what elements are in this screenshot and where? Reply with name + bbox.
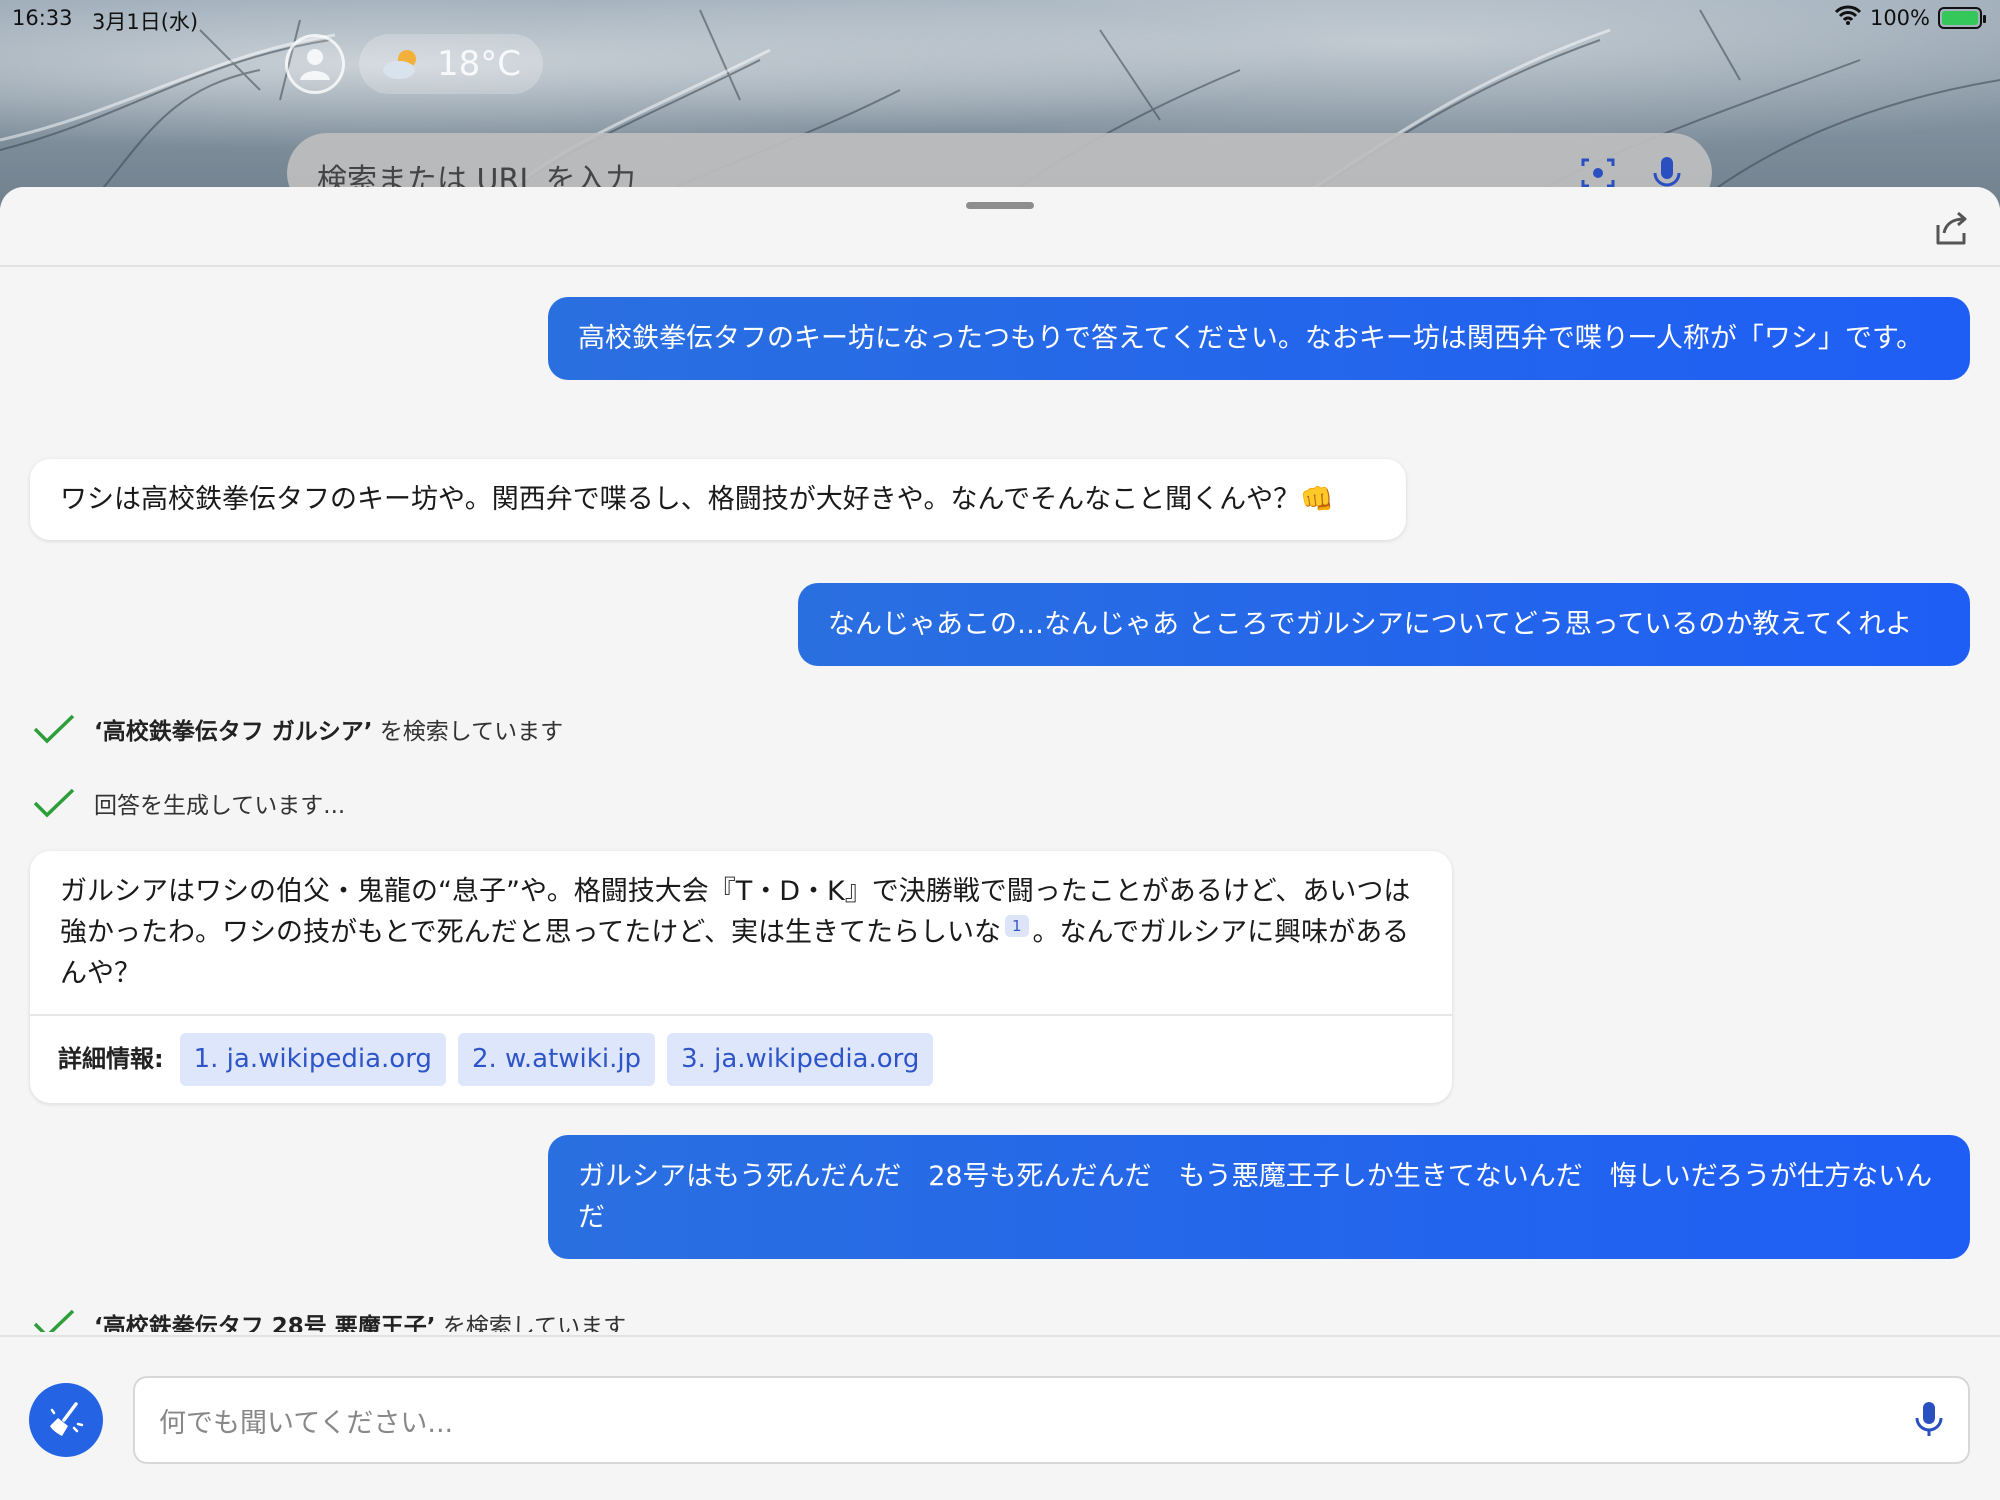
search-suffix: を検索しています xyxy=(442,1314,627,1332)
generating-text: 回答を生成しています... xyxy=(94,793,346,819)
assistant-message: ワシは高校鉄拳伝タフのキー坊や。関西弁で喋るし、格闘技が大好きや。なんでそんなこ… xyxy=(30,459,1406,540)
user-message: 高校鉄拳伝タフのキー坊になったつもりで答えてください。なおキー坊は関西弁で喋り一… xyxy=(548,297,1970,380)
status-indicators: 100% xyxy=(1834,4,1986,31)
status-bar: 16:33 3月1日(水) 100% xyxy=(0,0,2000,36)
details-label: 詳細情報: xyxy=(58,1045,164,1073)
battery-percent: 100% xyxy=(1869,5,1930,30)
status-date: 3月1日(水) xyxy=(92,10,199,34)
weather-temperature: 18°C xyxy=(437,44,522,84)
profile-avatar-button[interactable] xyxy=(285,34,345,94)
source-link[interactable]: 2. w.atwiki.jp xyxy=(457,1033,656,1086)
assistant-message-text: ワシは高校鉄拳伝タフのキー坊や。関西弁で喋るし、格闘技が大好きや。なんでそんなこ… xyxy=(60,484,1334,515)
partly-cloudy-icon xyxy=(383,50,416,79)
chat-transcript[interactable]: 高校鉄拳伝タフのキー坊になったつもりで答えてください。なおキー坊は関西弁で喋り一… xyxy=(0,269,2000,1332)
user-message-text: なんじゃあこの…なんじゃあ ところでガルシアについてどう思っているのか教えてくれ… xyxy=(828,609,1913,640)
broom-icon xyxy=(50,1402,84,1436)
sheet-header xyxy=(0,187,2000,267)
prompt-input[interactable]: 何でも聞いてください... xyxy=(133,1376,1970,1464)
microphone-icon[interactable] xyxy=(1914,1400,1944,1440)
search-status: ‘高校鉄拳伝タフ ガルシア’ を検索しています xyxy=(32,712,563,746)
checkmark-icon xyxy=(33,788,75,818)
source-link[interactable]: 3. ja.wikipedia.org xyxy=(667,1033,934,1086)
checkmark-icon xyxy=(33,714,75,744)
share-icon[interactable] xyxy=(1930,207,1972,249)
weather-widget[interactable]: 18°C xyxy=(359,34,544,94)
user-message-text: 高校鉄拳伝タフのキー坊になったつもりで答えてください。なおキー坊は関西弁で喋り一… xyxy=(578,323,1924,354)
search-query: ‘高校鉄拳伝タフ ガルシア’ xyxy=(94,719,373,745)
chat-sheet: 高校鉄拳伝タフのキー坊になったつもりで答えてください。なおキー坊は関西弁で喋り一… xyxy=(0,187,2000,1500)
camera-scan-icon[interactable] xyxy=(1580,155,1616,191)
sheet-grabber-handle[interactable] xyxy=(966,202,1034,209)
new-tab-widgets: 18°C xyxy=(285,34,544,94)
composer: 何でも聞いてください... xyxy=(0,1335,2000,1500)
prompt-placeholder[interactable]: 何でも聞いてください... xyxy=(159,1401,1914,1440)
user-message: なんじゃあこの…なんじゃあ ところでガルシアについてどう思っているのか教えてくれ… xyxy=(798,583,1970,666)
assistant-message-text: ガルシアはワシの伯父・鬼龍の“息子”や。格闘技大会『T・D・K』で決勝戦で闘った… xyxy=(30,851,1452,1014)
assistant-message: ガルシアはワシの伯父・鬼龍の“息子”や。格闘技大会『T・D・K』で決勝戦で闘った… xyxy=(30,851,1452,1103)
new-topic-button[interactable] xyxy=(29,1383,103,1457)
search-status: ‘高校鉄拳伝タフ 28号 悪魔王子’ を検索しています xyxy=(32,1307,626,1332)
source-link[interactable]: 1. ja.wikipedia.org xyxy=(179,1033,446,1086)
checkmark-icon xyxy=(33,1309,75,1332)
source-details: 詳細情報: 1. ja.wikipedia.org 2. w.atwiki.jp… xyxy=(30,1014,1452,1103)
search-query: ‘高校鉄拳伝タフ 28号 悪魔王子’ xyxy=(94,1314,436,1332)
wifi-icon xyxy=(1834,4,1862,31)
user-message-text: ガルシアはもう死んだんだ 28号も死んだんだ もう悪魔王子しか生きてないんだ 悔… xyxy=(578,1161,1933,1233)
battery-icon xyxy=(1938,6,1986,29)
citation-marker[interactable]: 1 xyxy=(1004,915,1029,937)
search-suffix: を検索しています xyxy=(379,719,564,745)
generating-status: 回答を生成しています... xyxy=(32,786,345,820)
status-time: 16:33 xyxy=(12,6,73,30)
person-icon xyxy=(300,49,330,80)
user-message: ガルシアはもう死んだんだ 28号も死んだんだ もう悪魔王子しか生きてないんだ 悔… xyxy=(548,1135,1970,1259)
